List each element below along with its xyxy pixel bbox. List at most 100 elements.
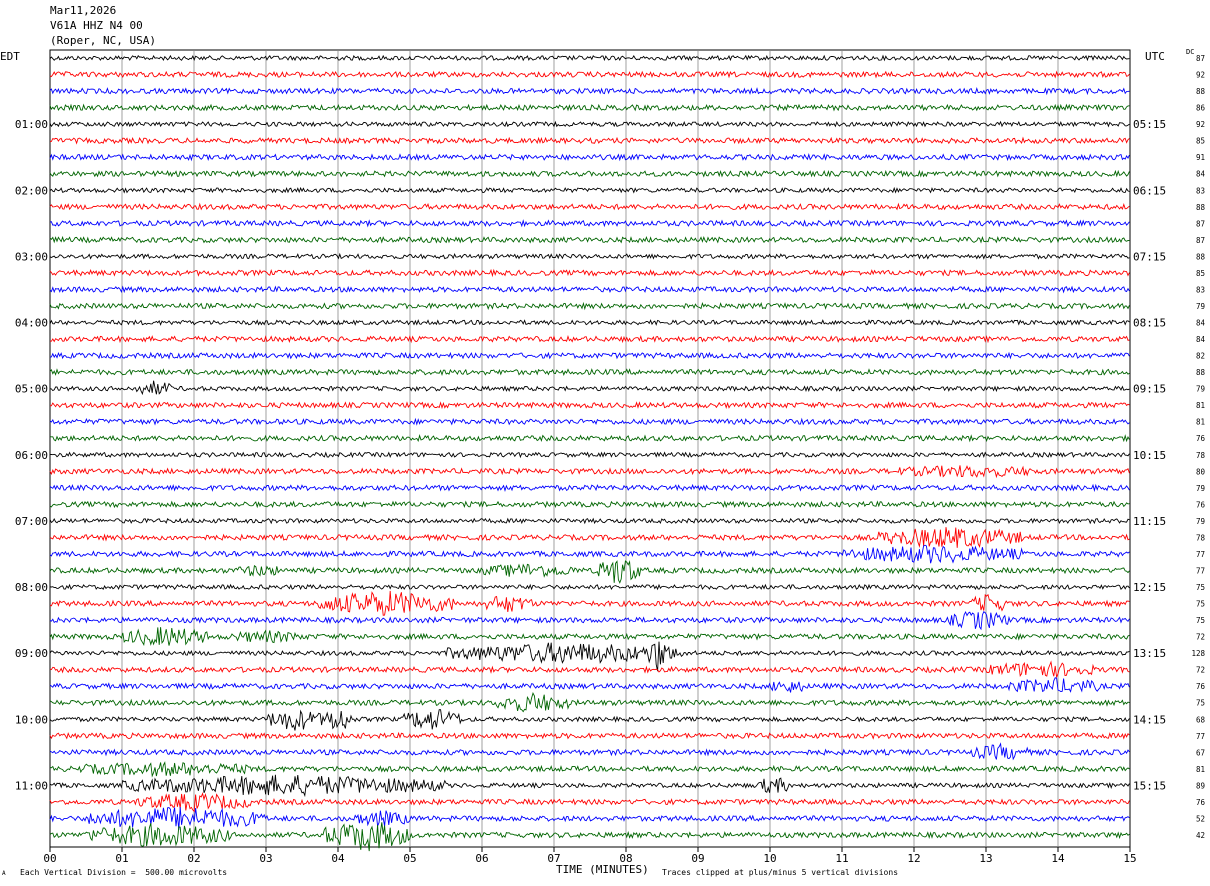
trace-black xyxy=(49,709,1130,731)
dc-value-label: 72 xyxy=(1196,666,1205,675)
dc-value-label: 88 xyxy=(1196,203,1206,212)
trace-black xyxy=(49,451,1130,459)
trace-green xyxy=(49,560,1130,584)
dc-value-label: 76 xyxy=(1196,682,1206,691)
dc-value-label: 77 xyxy=(1196,732,1205,741)
left-hour-label: 08:00 xyxy=(15,581,48,594)
dc-value-label: 88 xyxy=(1196,252,1206,261)
x-tick-label: 14 xyxy=(1051,852,1065,865)
right-hour-label: 15:15 xyxy=(1133,779,1166,792)
dc-value-label: 91 xyxy=(1196,153,1205,162)
dc-value-label: 68 xyxy=(1196,715,1206,724)
x-tick-label: 03 xyxy=(259,852,272,865)
trace-black xyxy=(49,380,1130,396)
left-hour-label: 02:00 xyxy=(15,184,48,197)
x-tick-label: 12 xyxy=(907,852,920,865)
trace-blue xyxy=(49,87,1130,96)
x-tick-label: 11 xyxy=(835,852,848,865)
dc-value-label: 76 xyxy=(1196,798,1206,807)
trace-green xyxy=(49,169,1130,178)
trace-black xyxy=(49,120,1130,128)
trace-blue xyxy=(49,417,1130,426)
dc-value-label: 82 xyxy=(1196,352,1205,361)
dc-value-label: 128 xyxy=(1191,649,1205,658)
trace-black xyxy=(49,54,1130,62)
trace-black xyxy=(49,583,1130,591)
trace-blue xyxy=(49,351,1130,360)
right-hour-label: 05:15 xyxy=(1133,118,1166,131)
left-hour-label: 07:00 xyxy=(15,515,48,528)
trace-blue xyxy=(49,483,1130,493)
dc-value-label: 72 xyxy=(1196,633,1205,642)
dc-value-label: 92 xyxy=(1196,71,1205,80)
dc-value-label: 78 xyxy=(1196,451,1206,460)
dc-value-label: 52 xyxy=(1196,814,1205,823)
dc-value-label: 77 xyxy=(1196,550,1205,559)
dc-value-label: 79 xyxy=(1196,385,1205,394)
trace-blue xyxy=(49,285,1130,294)
left-hour-label: 01:00 xyxy=(15,118,48,131)
trace-red xyxy=(49,527,1130,548)
left-hour-label: 09:00 xyxy=(15,647,48,660)
x-tick-label: 06 xyxy=(475,852,488,865)
dc-value-label: 85 xyxy=(1196,137,1205,146)
trace-blue xyxy=(49,610,1130,631)
trace-green xyxy=(49,761,1130,778)
trace-blue xyxy=(49,677,1130,693)
trace-green xyxy=(49,301,1130,311)
trace-green xyxy=(50,434,1130,443)
dc-value-label: 76 xyxy=(1196,434,1206,443)
trace-black xyxy=(49,319,1130,326)
trace-blue xyxy=(49,807,1130,831)
dc-value-label: 88 xyxy=(1196,368,1206,377)
right-hour-label: 06:15 xyxy=(1133,184,1166,197)
left-hour-label: 06:00 xyxy=(15,449,48,462)
scale-note: Each Vertical Division = 500.00 microvol… xyxy=(20,868,228,877)
trace-red xyxy=(49,268,1130,278)
dc-value-label: 83 xyxy=(1196,285,1205,294)
trace-red xyxy=(50,136,1130,145)
plot-frame xyxy=(49,49,1131,848)
right-hour-label: 13:15 xyxy=(1133,647,1166,660)
trace-green xyxy=(49,368,1130,377)
right-hour-label: 08:15 xyxy=(1133,317,1166,330)
trace-red xyxy=(49,465,1130,479)
dc-value-label: 84 xyxy=(1196,170,1206,179)
trace-black xyxy=(49,252,1130,260)
trace-blue xyxy=(49,742,1130,761)
dc-value-label: 85 xyxy=(1196,269,1205,278)
corner-mark: A xyxy=(2,870,6,877)
dc-value-label: 79 xyxy=(1196,517,1205,526)
trace-red xyxy=(49,202,1130,211)
x-tick-label: 09 xyxy=(691,852,704,865)
trace-blue xyxy=(49,153,1130,162)
dc-value-label: 79 xyxy=(1196,302,1205,311)
dc-value-label: 87 xyxy=(1196,54,1205,63)
trace-green xyxy=(49,103,1130,112)
dc-value-label: 75 xyxy=(1196,699,1205,708)
trace-red xyxy=(49,731,1130,740)
right-hour-label: 10:15 xyxy=(1133,449,1166,462)
dc-value-label: 81 xyxy=(1196,765,1205,774)
left-hour-label: 03:00 xyxy=(15,250,48,263)
dc-value-label: 78 xyxy=(1196,533,1206,542)
dc-value-label: 42 xyxy=(1196,831,1205,840)
dc-value-label: 81 xyxy=(1196,401,1205,410)
x-tick-label: 13 xyxy=(979,852,992,865)
trace-green xyxy=(49,500,1130,509)
dc-value-label: 89 xyxy=(1196,781,1205,790)
dc-value-label: 75 xyxy=(1196,616,1205,625)
trace-black xyxy=(49,517,1130,525)
trace-black xyxy=(49,641,1130,672)
right-hour-label: 14:15 xyxy=(1133,713,1166,726)
trace-green xyxy=(49,691,1130,713)
right-hour-label: 07:15 xyxy=(1133,250,1166,263)
left-hour-label: 05:00 xyxy=(15,383,48,396)
trace-blue xyxy=(49,544,1130,564)
left-hour-label: 10:00 xyxy=(15,713,48,726)
dc-value-label: 79 xyxy=(1196,484,1205,493)
dc-value-label: 92 xyxy=(1196,120,1205,129)
trace-red xyxy=(49,590,1130,616)
dc-value-label: 84 xyxy=(1196,319,1206,328)
right-hour-label: 11:15 xyxy=(1133,515,1166,528)
